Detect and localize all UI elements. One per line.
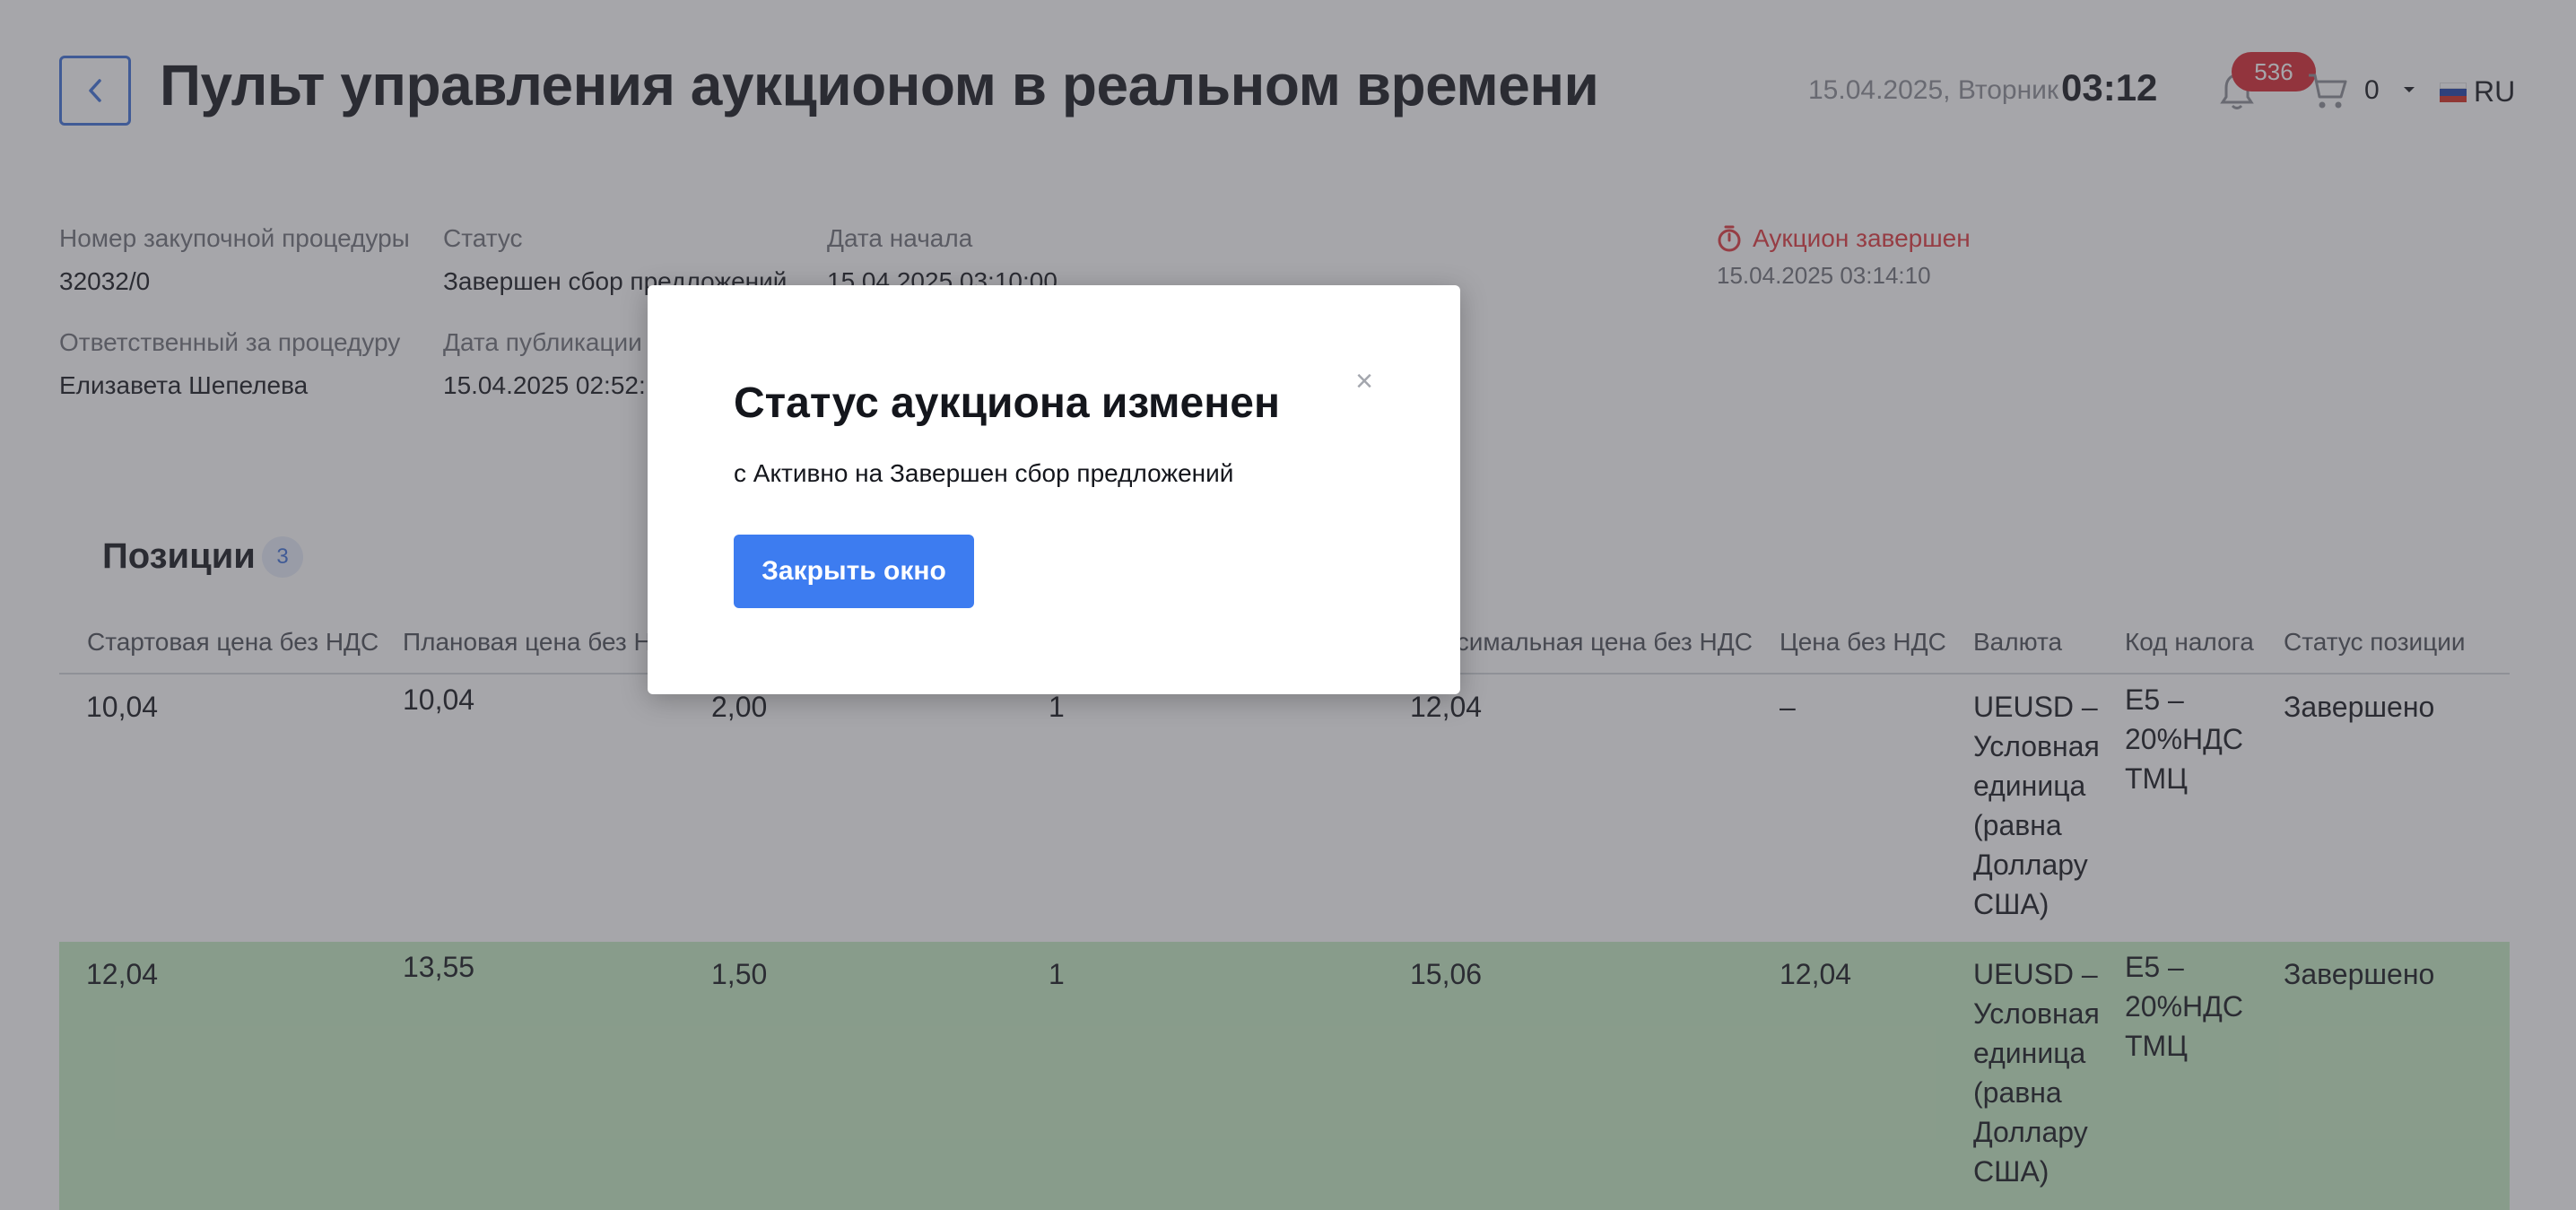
modal-message: с Активно на Завершен сбор предложений xyxy=(734,459,1234,487)
close-icon[interactable]: × xyxy=(1351,366,1378,396)
close-window-button[interactable]: Закрыть окно xyxy=(734,535,974,608)
modal-title: Статус аукциона изменен xyxy=(734,379,1280,427)
status-changed-modal: Статус аукциона изменен × с Активно на З… xyxy=(648,285,1460,694)
